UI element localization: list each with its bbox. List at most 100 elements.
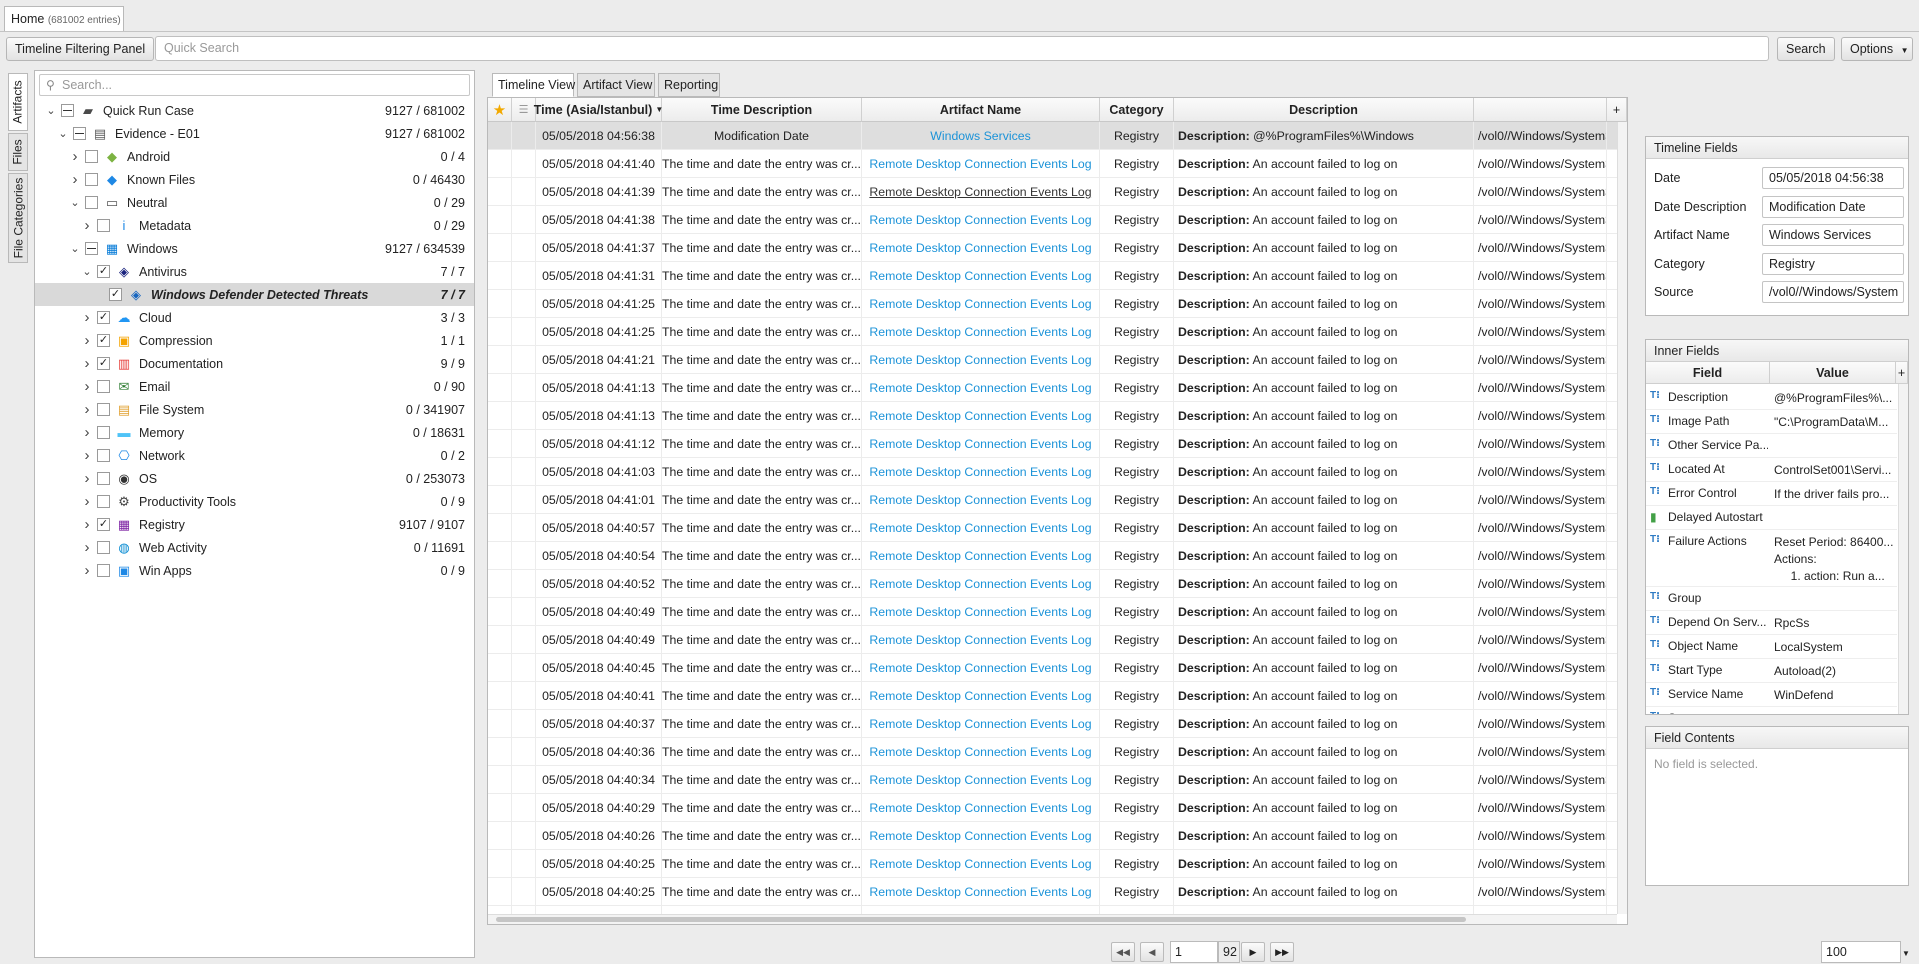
tree-checkbox[interactable] xyxy=(85,173,98,186)
tree-item[interactable]: › ▣ Win Apps 0 / 9 xyxy=(35,559,474,582)
inner-field-row[interactable]: T⁝ Image Path "C:\ProgramData\M... xyxy=(1646,410,1897,434)
table-row[interactable]: 05/05/2018 04:40:25 The time and date the… xyxy=(488,878,1627,906)
tree-item[interactable]: › ◆ Known Files 0 / 46430 xyxy=(35,168,474,191)
table-row[interactable]: 05/05/2018 04:41:25 The time and date the… xyxy=(488,318,1627,346)
tree-checkbox[interactable]: ✓ xyxy=(97,265,110,278)
table-row[interactable]: 05/05/2018 04:40:54 The time and date the… xyxy=(488,542,1627,570)
tree-item[interactable]: › ◉ OS 0 / 253073 xyxy=(35,467,474,490)
tab-files[interactable]: Files xyxy=(8,133,28,171)
timeline-field-value[interactable]: Modification Date xyxy=(1762,195,1904,218)
tree-item[interactable]: › ▤ File System 0 / 341907 xyxy=(35,398,474,421)
home-tab[interactable]: Home (681002 entries) xyxy=(4,6,124,32)
timeline-field-value[interactable]: Windows Services xyxy=(1762,224,1904,246)
inner-field-row[interactable]: T⁝ Other Service Pa... xyxy=(1646,434,1897,458)
table-row[interactable]: 05/05/2018 04:40:29 The time and date the… xyxy=(488,794,1627,822)
artifact-name-link[interactable]: Remote Desktop Connection Events Log xyxy=(862,794,1100,822)
artifact-name-link[interactable]: Remote Desktop Connection Events Log xyxy=(862,290,1100,318)
artifact-name-link[interactable]: Remote Desktop Connection Events Log xyxy=(862,878,1100,906)
artifact-name-column-header[interactable]: Artifact Name xyxy=(862,98,1100,122)
table-row[interactable]: 05/05/2018 04:41:40 The time and date the… xyxy=(488,150,1627,178)
artifact-name-link[interactable]: Remote Desktop Connection Events Log xyxy=(862,150,1100,178)
table-row[interactable]: 05/05/2018 04:40:49 The time and date the… xyxy=(488,598,1627,626)
inner-field-row[interactable]: T⁝ Group xyxy=(1646,587,1897,611)
description-column-header[interactable]: Description xyxy=(1174,98,1474,122)
tree-checkbox[interactable]: — xyxy=(61,104,74,117)
tree-item[interactable]: ⌄ — ▦ Windows 9127 / 634539 xyxy=(35,237,474,260)
inner-field-row[interactable]: T⁝ Service Name WinDefend xyxy=(1646,683,1897,707)
chevron-right-icon[interactable]: › xyxy=(81,332,93,349)
chevron-right-icon[interactable]: › xyxy=(81,401,93,418)
artifact-name-link[interactable]: Remote Desktop Connection Events Log xyxy=(862,626,1100,654)
timeline-filtering-panel-button[interactable]: Timeline Filtering Panel xyxy=(6,37,155,61)
options-button[interactable]: Options ▼ xyxy=(1841,37,1913,61)
artifact-name-link[interactable]: Remote Desktop Connection Events Log xyxy=(862,262,1100,290)
star-column-header[interactable]: ★ xyxy=(488,98,512,122)
artifact-name-link[interactable]: Remote Desktop Connection Events Log xyxy=(862,850,1100,878)
table-row[interactable]: 05/05/2018 04:56:38 Modification Date Wind… xyxy=(488,122,1627,150)
table-row[interactable]: 05/05/2018 04:41:13 The time and date the… xyxy=(488,402,1627,430)
tree-checkbox[interactable]: — xyxy=(85,242,98,255)
inner-field-row[interactable]: T⁝ Status xyxy=(1646,707,1897,714)
artifact-name-link[interactable]: Remote Desktop Connection Events Log xyxy=(862,374,1100,402)
inner-field-row[interactable]: T⁝ Depend On Serv... RpcSs xyxy=(1646,611,1897,635)
artifact-name-link[interactable]: Remote Desktop Connection Events Log xyxy=(862,542,1100,570)
search-button[interactable]: Search xyxy=(1777,37,1835,61)
table-row[interactable]: 05/05/2018 04:40:41 The time and date the… xyxy=(488,682,1627,710)
table-row[interactable]: 05/05/2018 04:41:39 The time and date the… xyxy=(488,178,1627,206)
inner-field-row[interactable]: T⁝ Located At ControlSet001\Servi... xyxy=(1646,458,1897,482)
tab-file-categories[interactable]: File Categories xyxy=(8,173,28,263)
chevron-right-icon[interactable]: › xyxy=(81,562,93,579)
tree-checkbox[interactable]: ✓ xyxy=(97,357,110,370)
table-row[interactable]: 05/05/2018 04:40:26 The time and date the… xyxy=(488,822,1627,850)
add-column-button[interactable]: + xyxy=(1607,98,1627,122)
tree-checkbox[interactable] xyxy=(97,495,110,508)
last-page-button[interactable]: ▶▶ xyxy=(1270,942,1294,962)
chevron-down-icon[interactable]: ▼ xyxy=(1898,943,1914,963)
note-column-header[interactable]: ☰ xyxy=(512,98,536,122)
tab-timeline-view[interactable]: Timeline View xyxy=(492,73,575,97)
table-row[interactable]: 05/05/2018 04:40:36 The time and date the… xyxy=(488,738,1627,766)
tree-checkbox[interactable] xyxy=(97,380,110,393)
table-row[interactable]: 05/05/2018 04:41:01 The time and date the… xyxy=(488,486,1627,514)
category-column-header[interactable]: Category xyxy=(1100,98,1174,122)
tree-checkbox[interactable] xyxy=(97,219,110,232)
value-column-header[interactable]: Value xyxy=(1770,362,1896,384)
inner-field-row[interactable]: ▮ Delayed Autostart xyxy=(1646,506,1897,530)
field-column-header[interactable]: Field xyxy=(1646,362,1770,384)
artifact-name-link[interactable]: Remote Desktop Connection Events Log xyxy=(862,318,1100,346)
tree-checkbox[interactable]: ✓ xyxy=(97,334,110,347)
artifact-name-link[interactable]: Remote Desktop Connection Events Log xyxy=(862,206,1100,234)
artifact-name-link[interactable]: Remote Desktop Connection Events Log xyxy=(862,570,1100,598)
page-number-input[interactable]: 1 xyxy=(1170,941,1218,963)
timeline-field-value[interactable]: Registry xyxy=(1762,252,1904,275)
artifact-name-link[interactable]: Remote Desktop Connection Events Log xyxy=(862,710,1100,738)
artifact-name-link[interactable]: Remote Desktop Connection Events Log xyxy=(862,234,1100,262)
table-row[interactable]: 05/05/2018 04:41:12 The time and date the… xyxy=(488,430,1627,458)
chevron-down-icon[interactable]: ⌄ xyxy=(69,196,81,209)
tree-item[interactable]: ⌄ — ▰ Quick Run Case 9127 / 681002 xyxy=(35,99,474,122)
inner-fields-scrollbar[interactable] xyxy=(1898,384,1908,714)
chevron-down-icon[interactable]: ⌄ xyxy=(81,265,93,278)
artifact-name-link[interactable]: Remote Desktop Connection Events Log xyxy=(862,766,1100,794)
timeline-field-value[interactable]: 05/05/2018 04:56:38 xyxy=(1762,167,1904,189)
table-row[interactable]: 05/05/2018 04:40:49 The time and date the… xyxy=(488,626,1627,654)
table-row[interactable]: 05/05/2018 04:40:37 The time and date the… xyxy=(488,710,1627,738)
chevron-down-icon[interactable]: ⌄ xyxy=(45,104,57,117)
tree-checkbox[interactable]: ✓ xyxy=(109,288,122,301)
table-row[interactable]: 05/05/2018 04:40:45 The time and date the… xyxy=(488,654,1627,682)
add-column-button[interactable]: + xyxy=(1896,362,1908,384)
tree-item[interactable]: ✓ ◈ Windows Defender Detected Threats 7 / 7 xyxy=(35,283,474,306)
timeline-field-value[interactable]: /vol0//Windows/System xyxy=(1762,281,1904,303)
artifact-name-link[interactable]: Remote Desktop Connection Events Log xyxy=(862,514,1100,542)
tree-checkbox[interactable]: ✓ xyxy=(97,518,110,531)
quick-search-input[interactable]: Quick Search xyxy=(155,36,1769,61)
grid-horizontal-scrollbar[interactable] xyxy=(488,914,1617,924)
artifact-name-link[interactable]: Remote Desktop Connection Events Log xyxy=(862,682,1100,710)
tree-item[interactable]: › ✓ ☁ Cloud 3 / 3 xyxy=(35,306,474,329)
chevron-right-icon[interactable]: › xyxy=(81,539,93,556)
page-size-select[interactable]: 100 xyxy=(1821,941,1901,963)
next-page-button[interactable]: ▶ xyxy=(1241,942,1265,962)
tree-checkbox[interactable] xyxy=(97,541,110,554)
chevron-right-icon[interactable]: › xyxy=(69,171,81,188)
table-row[interactable]: 05/05/2018 04:40:57 The time and date the… xyxy=(488,514,1627,542)
